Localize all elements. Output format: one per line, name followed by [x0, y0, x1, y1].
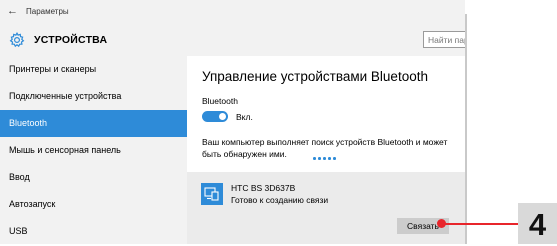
sidebar: Принтеры и сканеры Подключенные устройст… [0, 56, 187, 244]
callout-line [443, 223, 518, 225]
title-bar: ← Параметры [0, 0, 465, 24]
sidebar-item-connected-devices[interactable]: Подключенные устройства [0, 83, 187, 110]
device-name: HTC BS 3D637B [231, 183, 296, 193]
gear-icon [9, 32, 25, 48]
progress-dot [328, 157, 331, 160]
window-edge [465, 14, 467, 244]
device-list-item[interactable]: HTC BS 3D637B Готово к созданию связи Св… [187, 172, 465, 244]
page-header: УСТРОЙСТВА Найти пар [0, 24, 465, 56]
search-input[interactable]: Найти пар [423, 31, 465, 48]
sidebar-item-autoplay[interactable]: Автозапуск [0, 191, 187, 218]
bluetooth-label: Bluetooth [202, 96, 238, 106]
progress-dots [313, 157, 337, 161]
back-arrow-icon[interactable]: ← [7, 4, 18, 18]
app-title: Параметры [26, 7, 69, 16]
sidebar-item-usb[interactable]: USB [0, 218, 187, 244]
sidebar-item-typing[interactable]: Ввод [0, 164, 187, 191]
sidebar-item-mouse-touchpad[interactable]: Мышь и сенсорная панель [0, 137, 187, 164]
sidebar-item-bluetooth[interactable]: Bluetooth [0, 110, 187, 137]
main-content: Управление устройствами Bluetooth Blueto… [187, 56, 465, 244]
device-icon [201, 183, 223, 205]
section-title: Управление устройствами Bluetooth [202, 69, 428, 84]
page-title: УСТРОЙСТВА [34, 34, 108, 46]
settings-window: ← Параметры УСТРОЙСТВА Найти пар Принтер… [0, 0, 465, 244]
callout-badge: 4 [518, 203, 557, 244]
progress-dot [323, 157, 326, 160]
toggle-state-label: Вкл. [236, 112, 253, 122]
sidebar-item-printers[interactable]: Принтеры и сканеры [0, 56, 187, 83]
toggle-knob [219, 113, 226, 120]
callout-number: 4 [528, 207, 547, 242]
device-status: Готово к созданию связи [231, 195, 329, 205]
progress-dot [333, 157, 336, 160]
progress-dot [313, 157, 316, 160]
bluetooth-toggle[interactable] [202, 111, 228, 122]
progress-dot [318, 157, 321, 160]
